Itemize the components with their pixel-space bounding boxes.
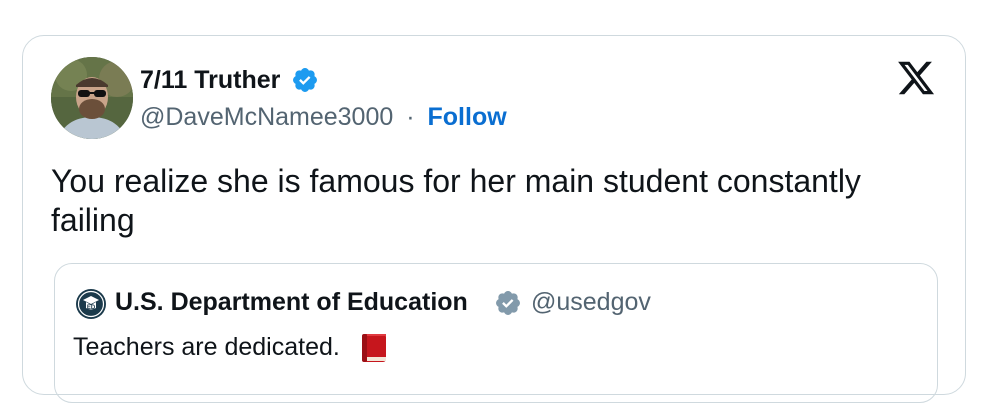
x-logo-icon[interactable] [896,58,936,98]
quoted-author-handle[interactable]: @usedgov [531,286,651,318]
quoted-tweet-text: Teachers are dedicated. [73,333,340,361]
quoted-author-name[interactable]: U.S. Department of Education [115,286,468,318]
follow-button[interactable]: Follow [428,103,507,131]
author-handle[interactable]: @DaveMcNamee3000 [140,103,393,131]
author-avatar[interactable] [51,57,133,139]
author-name[interactable]: 7/11 Truther [140,64,280,96]
tweet-text: You realize she is famous for her main s… [51,163,861,238]
author-handle-row: @DaveMcNamee3000 · Follow [140,101,507,133]
gray-verified-badge-icon [496,291,520,315]
separator-dot: · [406,103,415,131]
svg-text:ED: ED [87,305,96,311]
education-dept-seal-icon[interactable]: ED [75,288,107,320]
verified-badge-icon [293,68,317,92]
red-book-icon [362,334,386,362]
